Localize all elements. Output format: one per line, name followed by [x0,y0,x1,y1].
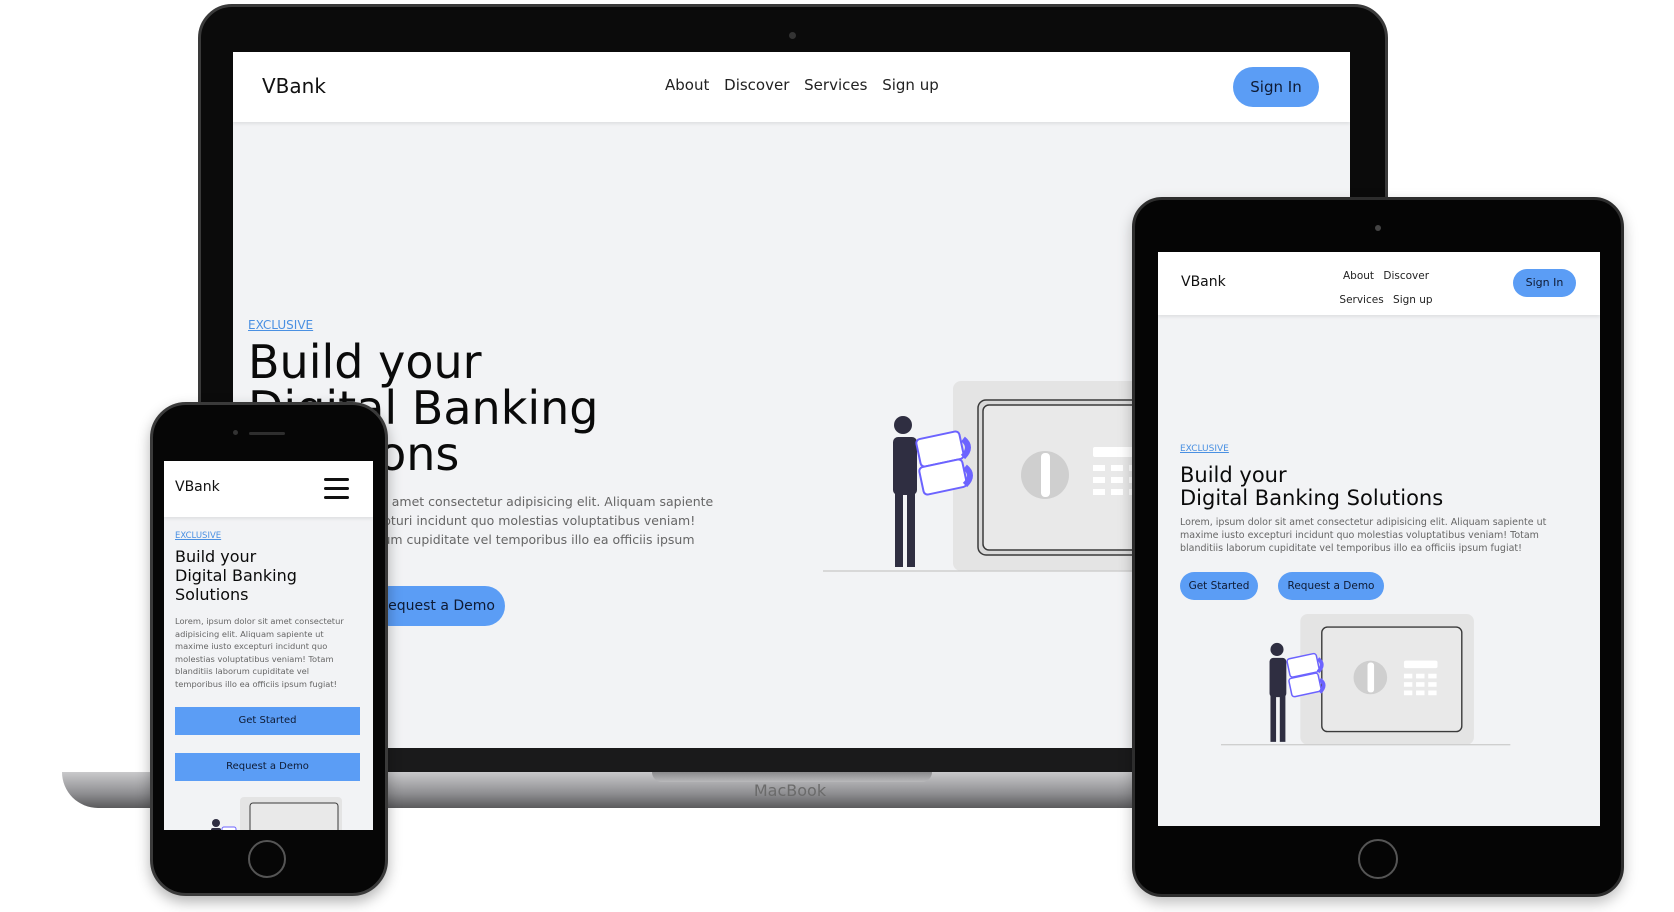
hero-headline-line: Build your [248,335,482,389]
request-demo-button[interactable]: Request a Demo [175,753,360,781]
nav-link-signup[interactable]: Sign up [1393,294,1433,306]
tablet-navbar: VBank About Discover Services Sign up Si… [1158,252,1600,315]
tablet-home-button[interactable] [1358,839,1398,879]
sign-in-button[interactable]: Sign In [1233,67,1319,107]
hero-headline-line: Digital Banking [175,566,297,585]
nav-link-discover[interactable]: Discover [1383,270,1429,282]
hero-description: Lorem, ipsum dolor sit amet consectetur … [1180,517,1547,554]
get-started-button[interactable]: Get Started [175,707,360,735]
brand-logo[interactable]: VBank [262,74,326,98]
phone-home-button[interactable] [248,840,286,878]
hero-description: Lorem, ipsum dolor sit amet consectetur … [175,616,344,689]
hero-headline-line: Build your [175,547,257,566]
nav-link-services[interactable]: Services [1339,294,1383,306]
request-demo-button[interactable]: Request a Demo [1278,572,1384,600]
nav-menu: About Discover Services Sign up [1336,264,1436,312]
laptop-navbar: VBank About Discover Services Sign up Si… [233,52,1350,122]
nav-menu: About Discover Services Sign up [665,76,939,94]
hero-headline-line: Build your [1180,463,1287,487]
phone-screen: VBank EXCLUSIVE Build your Digital Banki… [164,461,373,830]
tablet-screen: VBank About Discover Services Sign up Si… [1158,252,1600,826]
device-label: MacBook [753,781,827,800]
phone-speaker [249,432,285,435]
brand-logo[interactable]: VBank [1181,274,1226,290]
safe-illustration [1221,614,1511,746]
eyebrow-link[interactable]: EXCLUSIVE [248,318,313,332]
safe-illustration [823,381,1153,572]
hamburger-menu-icon[interactable] [324,478,349,500]
nav-link-services[interactable]: Services [804,76,867,94]
hero-headline-line: Digital Banking Solutions [1180,486,1444,510]
laptop-camera [789,32,796,39]
get-started-button[interactable]: Get Started [1180,572,1258,600]
eyebrow-link[interactable]: EXCLUSIVE [1180,444,1229,454]
brand-logo[interactable]: VBank [175,479,220,495]
nav-link-about[interactable]: About [665,76,709,94]
phone-camera [233,430,238,435]
sign-in-button[interactable]: Sign In [1513,269,1576,297]
tablet-camera [1375,225,1381,231]
request-demo-button[interactable]: Request a Demo [369,586,505,626]
nav-link-signup[interactable]: Sign up [882,76,939,94]
safe-illustration [211,797,342,830]
hero-headline-line: Solutions [175,585,249,604]
nav-link-about[interactable]: About [1343,270,1374,282]
nav-link-discover[interactable]: Discover [724,76,789,94]
phone-navbar: VBank [164,461,373,517]
hero-headline: Build your Digital Banking Solutions [1180,464,1443,510]
eyebrow-link[interactable]: EXCLUSIVE [175,531,221,541]
hero-headline: Build your Digital Banking Solutions [175,547,297,604]
